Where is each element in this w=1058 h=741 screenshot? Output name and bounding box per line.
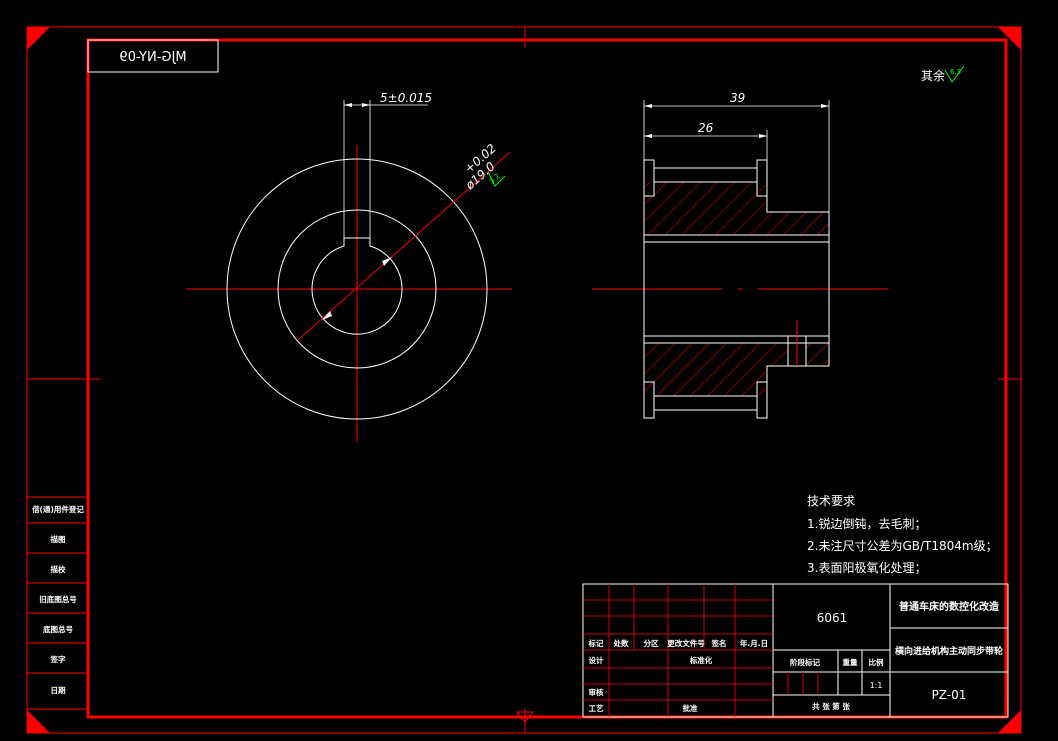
scale-cell: 1:1: [870, 681, 883, 690]
tech-req-title: 技术要求: [807, 494, 855, 508]
side-strip: 借(通)用件登记 描图 描校 旧底图总号 底图总号 签字 日期: [26, 496, 89, 710]
side-label-5: 签字: [50, 654, 66, 664]
row-stage-mark: 阶段标记: [790, 657, 820, 667]
total-length-dim: 39: [730, 91, 745, 105]
side-label-3: 旧底图总号: [39, 594, 77, 604]
row-sheets: 共 张 第 张: [812, 701, 850, 711]
title-block: 6061 普通车床的数控化改造 横向进给机构主动同步带轮 PZ-01 1:1 标…: [582, 583, 1009, 718]
header-signature: 签名: [711, 638, 727, 648]
tech-req-item-1: 1.锐边倒钝，去毛刺；: [807, 517, 926, 531]
corner-mark-br: [998, 710, 1021, 733]
header-date: 年.月.日: [740, 638, 768, 648]
row-standardize: 标准化: [689, 655, 713, 665]
tech-req-item-3: 3.表面阳极氧化处理；: [807, 561, 926, 575]
material-cell: 6061: [817, 611, 848, 625]
side-label-0: 借(通)用件登记: [31, 504, 84, 514]
header-change-doc: 更改文件号: [667, 638, 705, 648]
row-review: 审核: [589, 687, 604, 697]
header-count: 处数: [613, 638, 629, 648]
row-scale: 比例: [869, 657, 884, 667]
row-design: 设计: [589, 655, 604, 665]
row-weight: 重量: [843, 657, 858, 667]
corner-mark-tl: [27, 27, 50, 50]
cad-drawing-canvas: MJG-NY-09 其余 6.3 5±0.015 ø19.0 +0.02 3.2: [26, 26, 1022, 734]
side-label-4: 底图总号: [43, 624, 73, 634]
side-label-1: 描图: [51, 534, 66, 544]
drawing-frame: [26, 26, 1022, 734]
header-mark: 标记: [588, 638, 604, 648]
keyway-width-dim: 5±0.015: [380, 91, 432, 105]
corner-mark-bl: [27, 710, 50, 733]
hub-length-dim: 26: [698, 121, 714, 135]
project-title-cell: 普通车床的数控化改造: [899, 600, 1000, 613]
row-process: 工艺: [589, 703, 604, 713]
drawing-number-box: MJG-NY-09: [87, 39, 219, 73]
front-view: 5±0.015 ø19.0 +0.02 3.2: [186, 91, 512, 442]
surface-note-label: 其余: [921, 68, 945, 83]
side-label-2: 描校: [51, 564, 66, 574]
part-name-cell: 横向进给机构主动同步带轮: [895, 645, 1003, 657]
technical-requirements: 技术要求 1.锐边倒钝，去毛刺； 2.未注尺寸公差为GB/T1804m级； 3.…: [807, 494, 998, 575]
section-view: 39 26: [592, 91, 888, 419]
drawing-code-cell: PZ-01: [932, 688, 967, 702]
tech-req-item-2: 2.未注尺寸公差为GB/T1804m级；: [807, 538, 998, 553]
header-zone: 分区: [644, 638, 659, 648]
surface-note-value: 6.3: [950, 68, 961, 76]
surface-finish-note: 其余 6.3: [921, 65, 965, 83]
drawing-number-mirrored: MJG-NY-09: [119, 50, 186, 65]
row-approve: 批准: [683, 703, 698, 713]
side-label-6: 日期: [51, 685, 66, 695]
